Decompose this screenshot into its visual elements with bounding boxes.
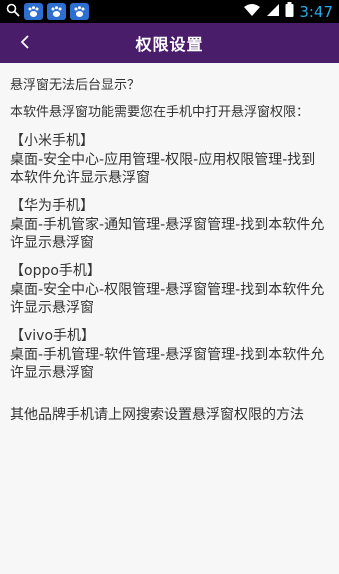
system-indicators: 3:47 bbox=[243, 2, 333, 21]
back-button[interactable] bbox=[10, 23, 40, 63]
brand-name: 【华为手机】 bbox=[10, 198, 94, 214]
signal-icon bbox=[266, 2, 280, 21]
title-bar: 权限设置 bbox=[0, 23, 339, 63]
brand-steps: 桌面-手机管家-通知管理-悬浮窗管理-找到本软件允许显示悬浮窗 bbox=[10, 217, 325, 251]
brand-steps: 桌面-安全中心-权限管理-悬浮窗管理-找到本软件允许显示悬浮窗 bbox=[10, 282, 325, 316]
brand-block-oppo: 【oppo手机】 桌面-安全中心-权限管理-悬浮窗管理-找到本软件允许显示悬浮窗 bbox=[10, 262, 329, 317]
clock: 3:47 bbox=[299, 2, 333, 21]
brand-block-vivo: 【vivo手机】 桌面-手机管理-软件管理-悬浮窗管理-找到本软件允许显示悬浮窗 bbox=[10, 327, 329, 382]
status-bar: 3:47 bbox=[0, 0, 339, 23]
brand-block-xiaomi: 【小米手机】 桌面-安全中心-应用管理-权限-应用权限管理-找到本软件允许显示悬… bbox=[10, 132, 329, 187]
baidu-paw-icon bbox=[24, 3, 43, 20]
brand-name: 【oppo手机】 bbox=[10, 263, 101, 279]
page-title: 权限设置 bbox=[135, 35, 204, 54]
brand-block-huawei: 【华为手机】 桌面-手机管家-通知管理-悬浮窗管理-找到本软件允许显示悬浮窗 bbox=[10, 197, 329, 252]
chevron-left-icon bbox=[19, 34, 31, 53]
wifi-icon bbox=[243, 2, 261, 21]
battery-icon bbox=[285, 2, 294, 21]
permission-help-content: 悬浮窗无法后台显示？ 本软件悬浮窗功能需要您在手机中打开悬浮窗权限： 【小米手机… bbox=[0, 63, 339, 425]
baidu-paw-icon bbox=[70, 3, 89, 20]
notification-area bbox=[6, 2, 89, 21]
brand-name: 【小米手机】 bbox=[10, 133, 94, 149]
brand-steps: 桌面-手机管理-软件管理-悬浮窗管理-找到本软件允许显示悬浮窗 bbox=[10, 347, 325, 381]
baidu-paw-icon bbox=[47, 3, 66, 20]
instruction-text: 本软件悬浮窗功能需要您在手机中打开悬浮窗权限： bbox=[10, 105, 310, 120]
brand-steps: 桌面-安全中心-应用管理-权限-应用权限管理-找到本软件允许显示悬浮窗 bbox=[10, 152, 316, 186]
brand-name: 【vivo手机】 bbox=[10, 328, 96, 344]
question-text: 悬浮窗无法后台显示？ bbox=[10, 78, 141, 93]
search-icon bbox=[6, 2, 20, 21]
other-brands-note: 其他品牌手机请上网搜索设置悬浮窗权限的方法 bbox=[10, 407, 304, 423]
